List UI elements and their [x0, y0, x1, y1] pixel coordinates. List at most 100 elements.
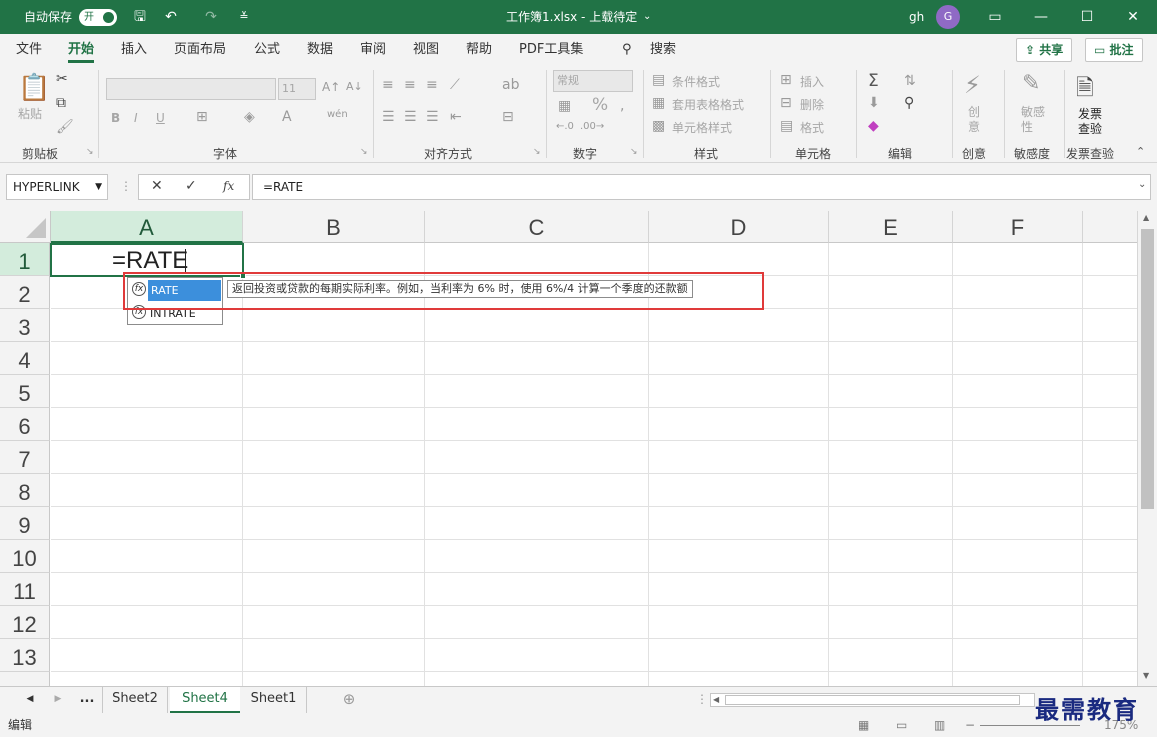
align-dialog-launcher-icon[interactable]: ↘ — [533, 147, 541, 157]
expand-formula-icon[interactable]: ⌄ — [1138, 179, 1146, 190]
tab-help[interactable]: 帮助 — [466, 34, 492, 65]
border-icon[interactable]: ⊞ — [196, 109, 208, 125]
font-size-combo[interactable]: 11 — [278, 78, 316, 100]
scroll-up-icon[interactable]: ▲ — [1143, 213, 1149, 222]
copy-icon[interactable]: ⧉ — [56, 95, 66, 111]
cell-styles-button[interactable]: 单元格样式 — [672, 119, 732, 136]
row-header[interactable]: 13 — [0, 639, 50, 672]
minimize-icon[interactable]: — — [1032, 0, 1050, 34]
cut-icon[interactable]: ✂ — [56, 71, 68, 87]
name-box-dropdown-icon[interactable]: ▼ — [95, 175, 102, 199]
align-left-icon[interactable]: ☰ — [382, 109, 395, 125]
comma-icon[interactable]: , — [620, 98, 624, 114]
orientation-icon[interactable]: ⟋ — [450, 77, 460, 93]
vertical-scrollbar[interactable]: ▲ ▼ — [1137, 211, 1157, 686]
row-header[interactable]: 6 — [0, 408, 50, 441]
delete-cells-icon[interactable]: ⊟ — [780, 95, 792, 111]
row-header[interactable]: 10 — [0, 540, 50, 573]
formula-input[interactable]: =RATE — [252, 174, 1151, 200]
currency-icon[interactable]: ▦ — [558, 98, 571, 114]
undo-icon[interactable]: ↶ — [160, 0, 182, 34]
ideas-button[interactable]: 创 意 — [968, 105, 980, 135]
format-as-table-button[interactable]: 套用表格格式 — [672, 96, 744, 113]
tab-pdf-tools[interactable]: PDF工具集 — [519, 34, 583, 65]
sensitivity-icon[interactable]: ✎ — [1022, 71, 1040, 96]
page-layout-view-icon[interactable]: ▭ — [896, 714, 907, 737]
format-table-icon[interactable]: ▦ — [652, 95, 665, 111]
underline-button[interactable]: U — [156, 111, 165, 125]
next-sheet-icon[interactable]: ▶ — [50, 687, 66, 713]
close-icon[interactable]: ✕ — [1124, 0, 1142, 34]
tab-formulas[interactable]: 公式 — [254, 34, 280, 65]
font-dialog-launcher-icon[interactable]: ↘ — [360, 147, 368, 157]
user-name[interactable]: gh — [909, 0, 924, 34]
insert-function-icon[interactable]: fx — [223, 179, 234, 193]
increase-decimal-icon[interactable]: ←.0 — [556, 121, 574, 132]
scroll-down-icon[interactable]: ▼ — [1143, 671, 1149, 680]
align-right-icon[interactable]: ☰ — [426, 109, 439, 125]
ideas-icon[interactable]: ⚡ — [964, 71, 981, 99]
document-title[interactable]: 工作簿1.xlsx - 上载待定 — [506, 0, 637, 34]
font-color-icon[interactable]: A — [282, 109, 292, 125]
ribbon-display-icon[interactable]: ▭ — [986, 0, 1004, 34]
sort-filter-icon[interactable]: ⇅ — [904, 73, 916, 89]
row-header[interactable]: 4 — [0, 342, 50, 375]
invoice-button-line2[interactable]: 查验 — [1078, 120, 1102, 137]
cell-styles-icon[interactable]: ▩ — [652, 118, 665, 134]
column-header[interactable]: B — [243, 211, 425, 243]
column-header[interactable] — [1083, 211, 1137, 243]
font-family-combo[interactable] — [106, 78, 276, 100]
row-header[interactable]: 5 — [0, 375, 50, 408]
phonetic-icon[interactable]: wén — [327, 109, 348, 120]
column-header[interactable]: C — [425, 211, 649, 243]
avatar[interactable]: G — [936, 5, 960, 29]
scroll-left-icon[interactable]: ◀ — [713, 694, 719, 706]
normal-view-icon[interactable]: ▦ — [858, 714, 869, 737]
search-icon[interactable]: ⚲ — [622, 34, 632, 65]
add-sheet-icon[interactable]: ⊕ — [338, 687, 360, 713]
invoice-icon[interactable]: 🗎 — [1076, 71, 1094, 109]
align-bottom-icon[interactable]: ≡ — [426, 77, 438, 93]
clear-icon[interactable]: ◆ — [868, 118, 879, 134]
tab-splitter[interactable]: ⋮ — [696, 692, 708, 706]
insert-cells-icon[interactable]: ⊞ — [780, 72, 792, 88]
row-header[interactable]: 12 — [0, 606, 50, 639]
merge-center-icon[interactable]: ⊟ — [502, 109, 514, 125]
increase-font-icon[interactable]: A↑ — [322, 80, 340, 94]
row-header[interactable]: 7 — [0, 441, 50, 474]
align-middle-icon[interactable]: ≡ — [404, 77, 416, 93]
paste-icon[interactable]: 📋 — [18, 73, 50, 103]
row-header[interactable]: 9 — [0, 507, 50, 540]
share-button[interactable]: ⇪ 共享 — [1016, 38, 1073, 62]
row-header[interactable]: 2 — [0, 276, 50, 309]
prev-sheet-icon[interactable]: ◀ — [22, 687, 38, 713]
tab-home[interactable]: 开始 — [68, 34, 95, 65]
row-header[interactable]: 8 — [0, 474, 50, 507]
row-header[interactable] — [0, 672, 50, 686]
format-cells-button[interactable]: 格式 — [800, 119, 824, 136]
autosum-icon[interactable]: Σ — [868, 71, 879, 91]
collapse-ribbon-icon[interactable]: ⌃ — [1136, 145, 1145, 158]
sheet-tab-active[interactable]: Sheet4 — [170, 687, 240, 713]
more-sheets-button[interactable]: ... — [76, 687, 98, 713]
bold-button[interactable]: B — [111, 111, 120, 125]
horizontal-scrollbar[interactable]: ◀ — [710, 693, 1035, 707]
hscroll-thumb[interactable] — [725, 695, 1020, 705]
title-dropdown-icon[interactable]: ⌄ — [643, 0, 651, 34]
maximize-icon[interactable]: ☐ — [1078, 0, 1096, 34]
align-center-icon[interactable]: ☰ — [404, 109, 417, 125]
cancel-icon[interactable]: ✕ — [151, 178, 163, 194]
search-label[interactable]: 搜索 — [650, 34, 676, 65]
name-box[interactable]: HYPERLINK ▼ — [6, 174, 108, 200]
conditional-format-icon[interactable]: ▤ — [652, 72, 665, 88]
customize-qat-icon[interactable]: ≚ — [236, 0, 252, 34]
decrease-decimal-icon[interactable]: .00→ — [580, 121, 604, 132]
autosave-toggle[interactable]: 开 — [79, 9, 117, 26]
format-painter-icon[interactable]: 🖌 — [56, 119, 74, 135]
number-dialog-launcher-icon[interactable]: ↘ — [630, 147, 638, 157]
fill-icon[interactable]: ⬇ — [868, 95, 880, 111]
column-header[interactable]: E — [829, 211, 953, 243]
italic-button[interactable]: I — [134, 111, 138, 125]
row-header[interactable]: 1 — [0, 243, 50, 276]
sensitivity-button[interactable]: 敏感 性 — [1021, 105, 1045, 135]
